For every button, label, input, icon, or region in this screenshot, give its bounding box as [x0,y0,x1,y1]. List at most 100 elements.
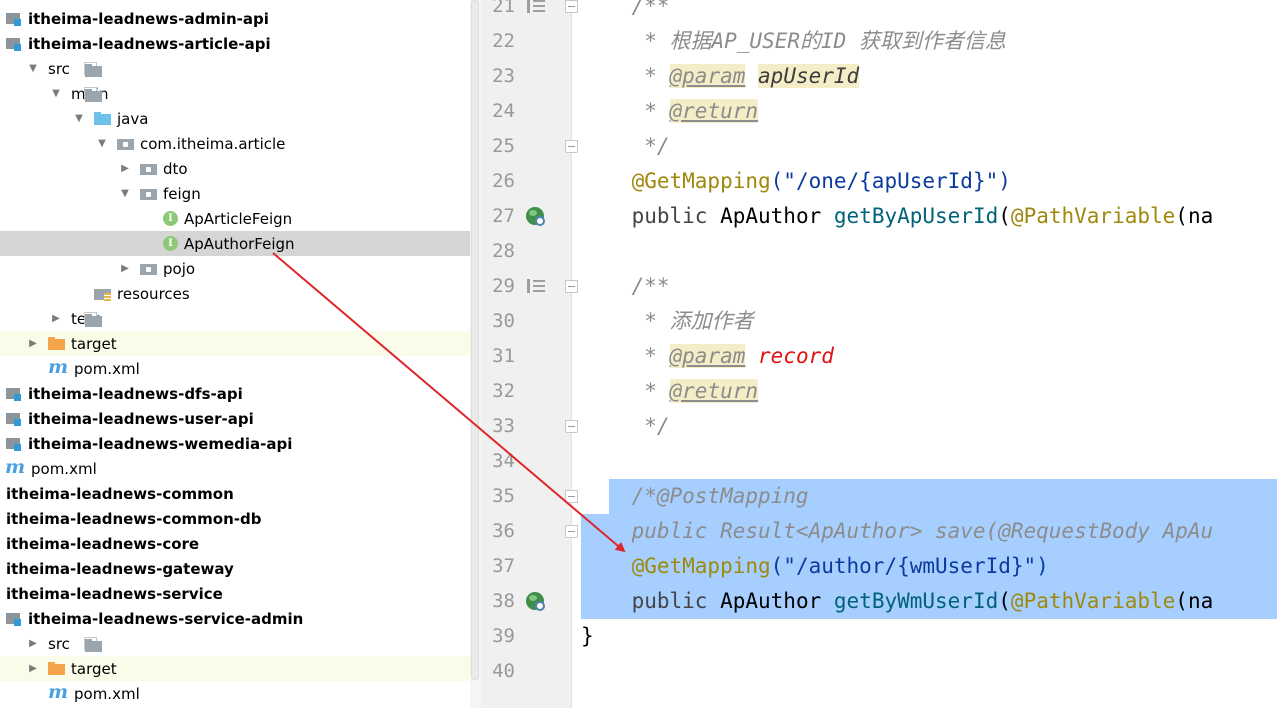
code-token: * [581,64,670,88]
code-token: */ [581,414,670,438]
code-line[interactable]: @GetMapping("/one/{apUserId}") [581,164,1011,199]
tree-row[interactable]: ▼ feign [0,181,470,206]
fold-collapse-icon[interactable] [565,280,578,293]
tree-row[interactable]: itheima-leadnews-core [0,531,470,556]
tree-row[interactable]: ApArticleFeign [0,206,470,231]
code-token: /** [581,274,670,298]
chevron-right-icon[interactable]: ▶ [120,263,130,275]
tree-row[interactable]: ▶test [0,306,470,331]
code-token: record [758,344,834,368]
line-number: 39 [492,625,515,647]
tree-row[interactable]: ApAuthorFeign [0,231,470,256]
code-line[interactable]: /** [581,0,670,24]
chevron-down-icon[interactable]: ▼ [28,63,38,75]
web-endpoint-icon[interactable] [526,207,545,226]
tree-row[interactable]: ▼main [0,81,470,106]
tree-row[interactable]: itheima-leadnews-user-api [0,406,470,431]
code-token: @GetMapping [631,169,771,193]
fold-end-icon[interactable] [565,140,578,153]
tree-row[interactable]: itheima-leadnews-article-api [0,31,470,56]
chevron-right-icon[interactable]: ▶ [28,638,38,650]
code-line[interactable]: public ApAuthor getByApUserId(@PathVaria… [581,199,1214,234]
code-line[interactable]: */ [581,129,670,164]
fold-end-icon[interactable] [565,420,578,433]
fold-end-icon[interactable] [565,525,578,538]
tree-row[interactable]: resources [0,281,470,306]
tree-row[interactable]: ▶ pojo [0,256,470,281]
code-line[interactable]: } [581,619,594,654]
tree-row[interactable]: itheima-leadnews-gateway [0,556,470,581]
tree-row[interactable]: ▼ java [0,106,470,131]
code-token: apUserId [758,64,860,88]
chevron-down-icon[interactable]: ▼ [74,113,84,125]
tree-row[interactable]: ▶ dto [0,156,470,181]
doc-comment-icon[interactable] [527,279,545,293]
chevron-right-icon[interactable]: ▶ [28,338,38,350]
code-token: ( [998,204,1011,228]
line-number: 38 [492,590,515,612]
code-line[interactable]: /** [581,269,670,304]
fold-collapse-icon[interactable] [565,0,578,13]
tree-row[interactable]: ▶ src [0,631,470,656]
code-token: ( [998,589,1011,613]
code-line[interactable]: @GetMapping("/author/{wmUserId}") [581,549,1049,584]
chevron-down-icon[interactable]: ▼ [120,188,130,200]
code-line[interactable]: * @param record [581,339,834,374]
web-endpoint-icon[interactable] [526,592,545,611]
tree-row[interactable]: itheima-leadnews-service [0,581,470,606]
fold-collapse-icon[interactable] [565,490,578,503]
tree-row[interactable]: ▼ src [0,56,470,81]
chevron-down-icon[interactable]: ▼ [51,88,61,100]
tree-row[interactable]: pom.xml [0,456,470,481]
line-number: 22 [492,30,515,52]
tree-row-label: java [117,109,149,128]
tree-row[interactable]: ▼ com.itheima.article [0,131,470,156]
code-token: getByWmUserId [833,589,999,613]
folder-icon [84,637,102,652]
code-token: * 根据AP_USER的ID 获取到作者信息 [581,29,1006,53]
code-token: * [581,99,670,123]
tree-row[interactable]: itheima-leadnews-common [0,481,470,506]
project-tree-scrollbar[interactable] [470,0,481,708]
line-number: 37 [492,555,515,577]
code-editor[interactable]: 21 22 23 24 25 26 27 28 29 30 31 32 33 34 35 36 37 38 39 40… [481,0,1277,708]
scrollbar-thumb[interactable] [471,0,479,680]
line-number: 36 [492,520,515,542]
tree-row[interactable]: itheima-leadnews-admin-api [0,6,470,31]
code-line[interactable]: public ApAuthor getByWmUserId(@PathVaria… [581,584,1214,619]
code-token: } [581,624,594,648]
code-line[interactable]: * @return [581,94,759,129]
code-token: public Result<ApAuthor> save(@RequestBod… [581,519,1214,543]
chevron-right-icon[interactable]: ▶ [28,663,38,675]
tree-row-label: itheima-leadnews-dfs-api [28,384,243,403]
code-line[interactable]: */ [581,409,670,444]
code-token: @param [669,344,746,368]
tree-row[interactable]: ▶ target [0,656,470,681]
chevron-down-icon[interactable]: ▼ [97,138,107,150]
tree-row[interactable]: pom.xml [0,681,470,706]
code-line[interactable]: * 根据AP_USER的ID 获取到作者信息 [581,24,1006,59]
tree-row[interactable]: itheima-leadnews-dfs-api [0,381,470,406]
editor-gutter: 21 22 23 24 25 26 27 28 29 30 31 32 33 34 35 36 37 38 39 40 [481,0,571,708]
chevron-right-icon[interactable]: ▶ [51,313,61,325]
tree-row[interactable]: ▶ target [0,331,470,356]
doc-comment-icon[interactable] [527,0,545,13]
code-token: @PathVariable [1010,589,1176,613]
code-line[interactable]: * 添加作者 [581,304,754,339]
code-line[interactable]: * @return [581,374,759,409]
tree-row[interactable]: itheima-leadnews-wemedia-api [0,431,470,456]
code-token: @PathVariable [1010,204,1176,228]
code-token: */ [581,134,670,158]
code-line[interactable]: public Result<ApAuthor> save(@RequestBod… [581,514,1214,549]
chevron-right-icon[interactable]: ▶ [120,163,130,175]
tree-row-label: pom.xml [31,459,97,478]
tree-row[interactable]: itheima-leadnews-common-db [0,506,470,531]
code-line[interactable]: /*@PostMapping [581,479,809,514]
code-line[interactable]: * @param apUserId [581,59,860,94]
module-icon [5,36,22,51]
code-token: * 添加作者 [581,309,754,333]
tree-row[interactable]: pom.xml [0,356,470,381]
line-number: 40 [492,660,515,682]
tree-row[interactable]: itheima-leadnews-service-admin [0,606,470,631]
